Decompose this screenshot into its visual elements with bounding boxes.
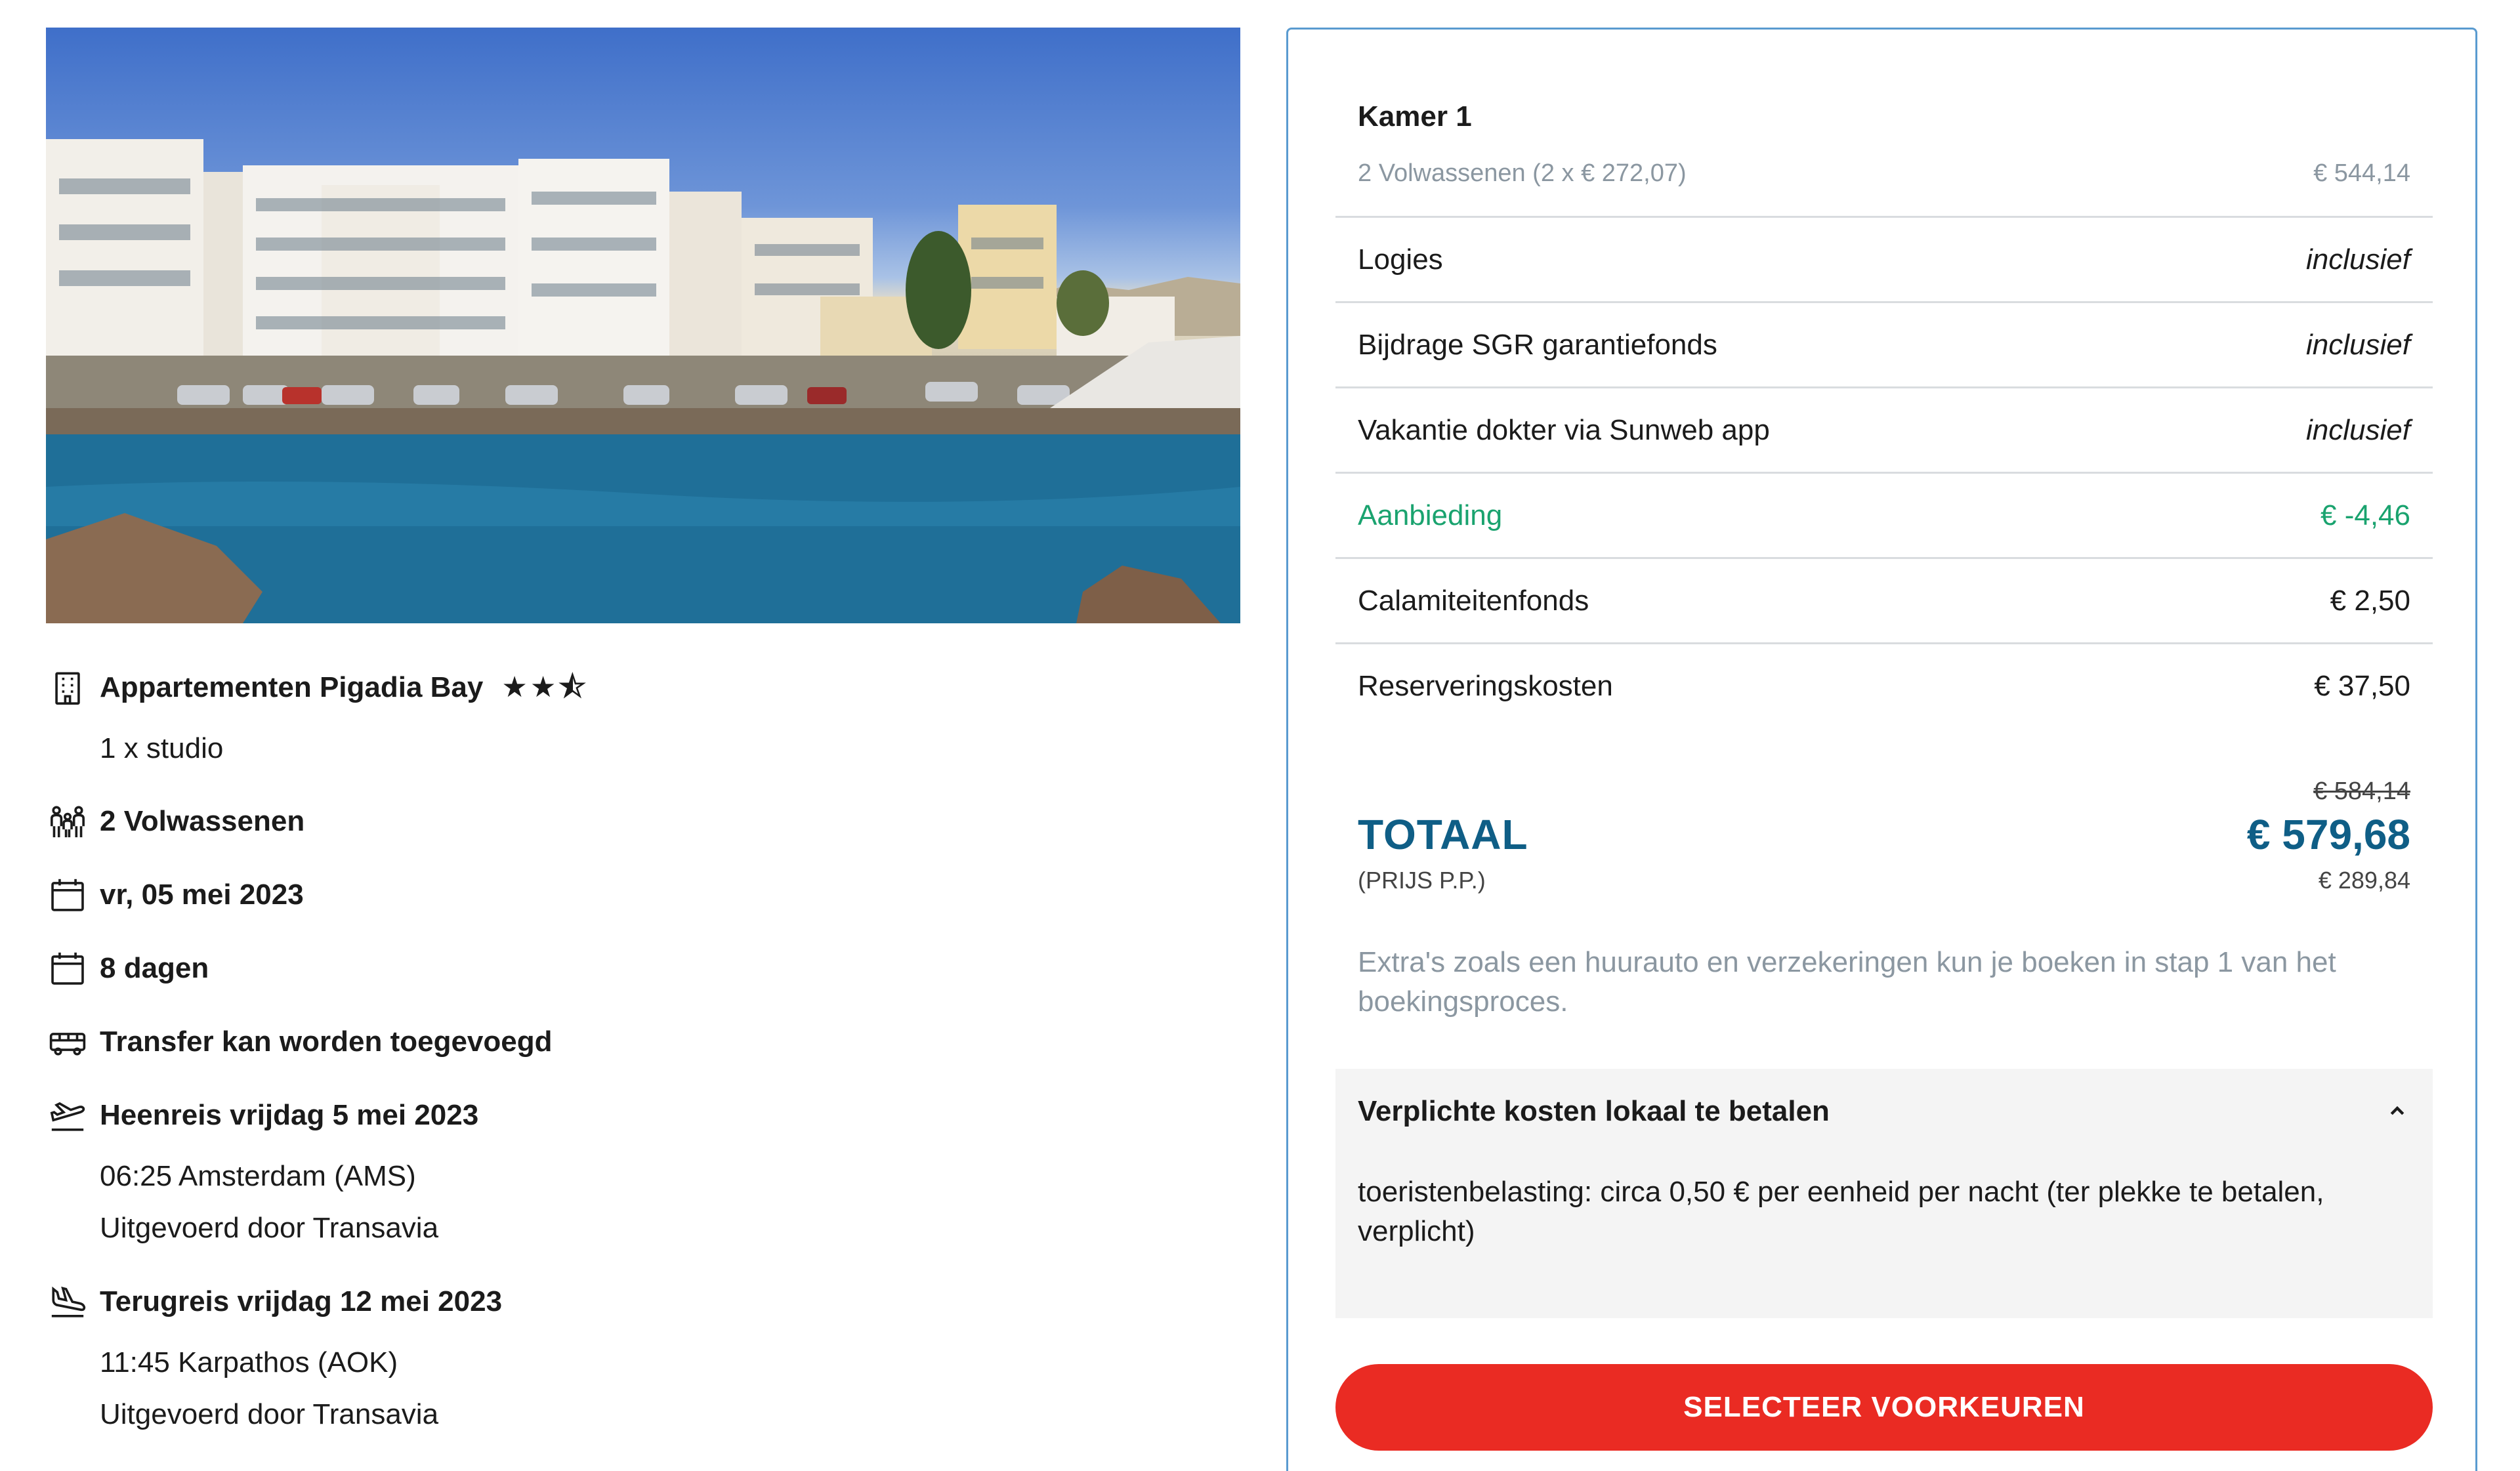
per-person-price: € 289,84 [2318,867,2410,894]
price-panel: Kamer 1 2 Volwassenen (2 x € 272,07) € 5… [1286,28,2477,1471]
duration-fact: 8 dagen [46,949,1240,988]
return-time-airport: 11:45 Karpathos (AOK) [100,1346,398,1378]
calendar-icon [46,875,89,915]
price-line-sgr: Bijdrage SGR garantiefonds inclusief [1335,301,2433,386]
price-line-logies: Logies inclusief [1335,216,2433,301]
hotel-fact: Appartementen Pigadia Bay ★★⯪ 1 x studio [46,668,1240,768]
return-title: Terugreis vrijdag 12 mei 2023 [100,1285,503,1317]
local-costs-accordion: Verplichte kosten lokaal te betalen toer… [1335,1069,2433,1318]
travellers-count: 2 Volwassenen [100,805,305,837]
price-line-doctor: Vakantie dokter via Sunweb app inclusief [1335,386,2433,472]
local-costs-text: toeristenbelasting: circa 0,50 € per een… [1358,1176,2324,1247]
select-preferences-button[interactable]: SELECTEER VOORKEUREN [1335,1364,2433,1451]
plane-arrival-icon [46,1282,89,1321]
price-line-value: inclusief [2306,243,2410,276]
trip-duration: 8 dagen [100,952,209,984]
bus-icon [46,1022,89,1062]
price-line-value: € 37,50 [2314,669,2410,702]
trip-summary: Appartementen Pigadia Bay ★★⯪ 1 x studio… [46,28,1240,1468]
price-line-value: inclusief [2306,413,2410,446]
room-amount: € 544,14 [2313,159,2410,187]
chevron-up-icon[interactable] [2384,1098,2410,1125]
return-fact: Terugreis vrijdag 12 mei 2023 11:45 Karp… [46,1282,1240,1434]
price-line-label: Reserveringskosten [1358,669,1613,702]
price-line-label: Logies [1358,243,1443,276]
star-rating: ★★⯪ [501,671,589,703]
outbound-title: Heenreis vrijdag 5 mei 2023 [100,1099,479,1131]
calendar-icon [46,949,89,988]
price-line-calamity: Calamiteitenfonds € 2,50 [1335,557,2433,642]
outbound-operator: Uitgevoerd door Transavia [100,1212,439,1244]
room-price-row: 2 Volwassenen (2 x € 272,07) € 544,14 [1358,159,2410,188]
date-fact: vr, 05 mei 2023 [46,875,1240,915]
price-line-label: Bijdrage SGR garantiefonds [1358,328,1717,361]
per-person-label: (PRIJS P.P.) [1358,867,1486,894]
price-line-label: Aanbieding [1358,499,1503,531]
transfer-info: Transfer kan worden toegevoegd [100,1026,553,1058]
price-line-value: € -4,46 [2320,499,2410,531]
travellers-fact: 2 Volwassenen [46,802,1240,841]
local-costs-title: Verplichte kosten lokaal te betalen [1358,1095,1830,1127]
outbound-fact: Heenreis vrijdag 5 mei 2023 06:25 Amster… [46,1096,1240,1248]
room-detail: 2 Volwassenen (2 x € 272,07) [1358,159,1687,187]
plane-departure-icon [46,1096,89,1135]
room-title: Kamer 1 [1358,100,1472,133]
transfer-fact: Transfer kan worden toegevoegd [46,1022,1240,1062]
price-line-label: Vakantie dokter via Sunweb app [1358,413,1770,446]
price-line-booking-fee: Reserveringskosten € 37,50 [1335,642,2433,728]
outbound-time-airport: 06:25 Amsterdam (AMS) [100,1160,416,1192]
building-icon [46,668,89,707]
trip-facts: Appartementen Pigadia Bay ★★⯪ 1 x studio… [46,668,1240,1434]
departure-date: vr, 05 mei 2023 [100,879,304,911]
price-line-offer: Aanbieding € -4,46 [1335,472,2433,557]
hotel-name[interactable]: Appartementen Pigadia Bay [100,668,483,707]
price-line-value: inclusief [2306,328,2410,361]
family-icon [46,802,89,841]
hotel-photo [46,28,1240,623]
price-line-value: € 2,50 [2330,584,2410,617]
extras-note: Extra's zoals een huurauto en verzekerin… [1358,946,2336,1018]
room-type: 1 x studio [100,732,224,764]
page: Appartementen Pigadia Bay ★★⯪ 1 x studio… [0,0,2520,1471]
total-price: € 579,68 [2246,811,2410,858]
price-line-label: Calamiteitenfonds [1358,584,1589,617]
total-label: TOTAAL [1358,811,1528,858]
old-total-price: € 584,14 [2313,777,2410,805]
return-operator: Uitgevoerd door Transavia [100,1398,439,1430]
local-costs-header[interactable]: Verplichte kosten lokaal te betalen [1358,1095,2410,1128]
